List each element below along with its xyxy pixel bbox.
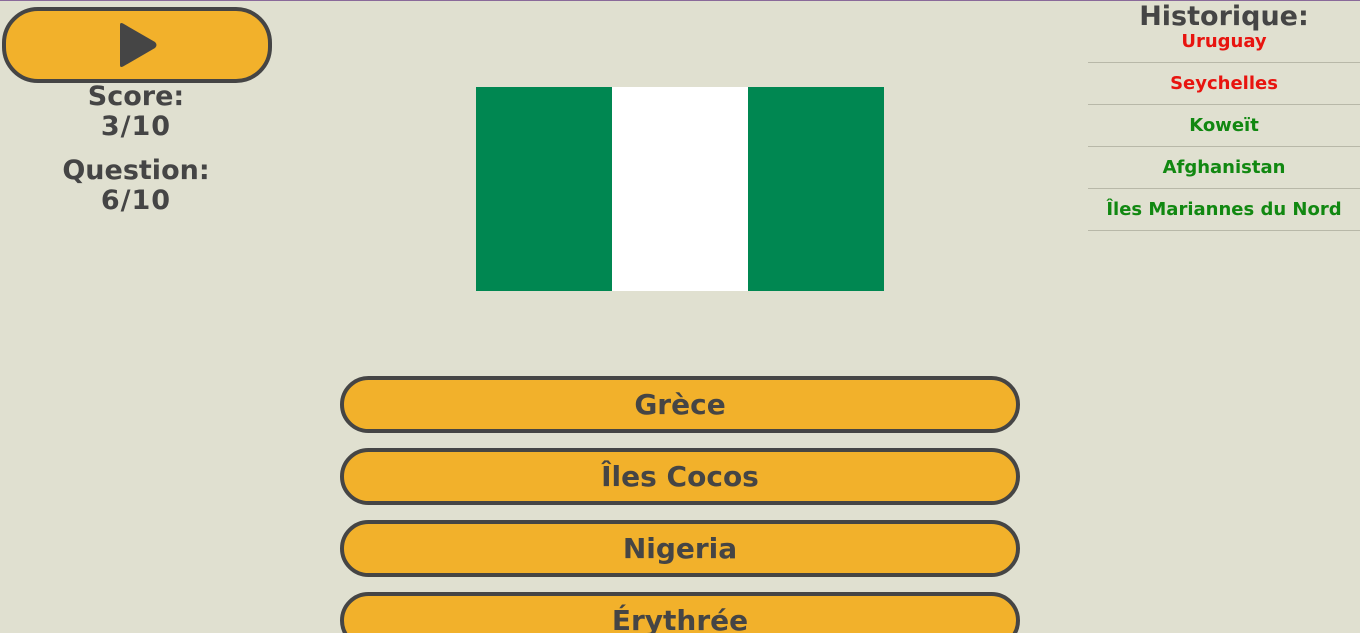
answer-button[interactable]: Nigeria [340,520,1020,577]
question-value: 6/10 [100,185,172,216]
history-item: Îles Mariannes du Nord [1088,189,1360,231]
answer-options: Grèce Îles Cocos Nigeria Érythrée [340,376,1020,633]
history-item: Koweït [1088,105,1360,147]
play-button[interactable] [2,7,272,83]
score-label: Score: [87,81,185,112]
question-label: Question: [62,155,210,186]
flag-stripe [476,87,612,291]
answer-button[interactable]: Érythrée [340,592,1020,633]
flag-image [476,87,884,291]
history-list: Uruguay Seychelles Koweït Afghanistan Îles M… [1088,32,1360,231]
score-panel: Score: 3/10 [0,82,272,142]
history-item: Afghanistan [1088,147,1360,189]
flag-stripe [612,87,748,291]
answer-button[interactable]: Îles Cocos [340,448,1020,505]
history-title: Historique: [1139,1,1309,32]
history-panel: Historique: Uruguay Seychelles Koweït Afgha… [1088,1,1360,231]
question-panel: Question: 6/10 [0,156,272,216]
answer-button[interactable]: Grèce [340,376,1020,433]
score-value: 3/10 [100,111,172,142]
play-icon [120,23,157,67]
flag-stripe [748,87,884,291]
history-item: Uruguay [1088,32,1360,63]
quiz-app: Score: 3/10 Question: 6/10 Historique: U… [0,0,1360,633]
history-item: Seychelles [1088,63,1360,105]
